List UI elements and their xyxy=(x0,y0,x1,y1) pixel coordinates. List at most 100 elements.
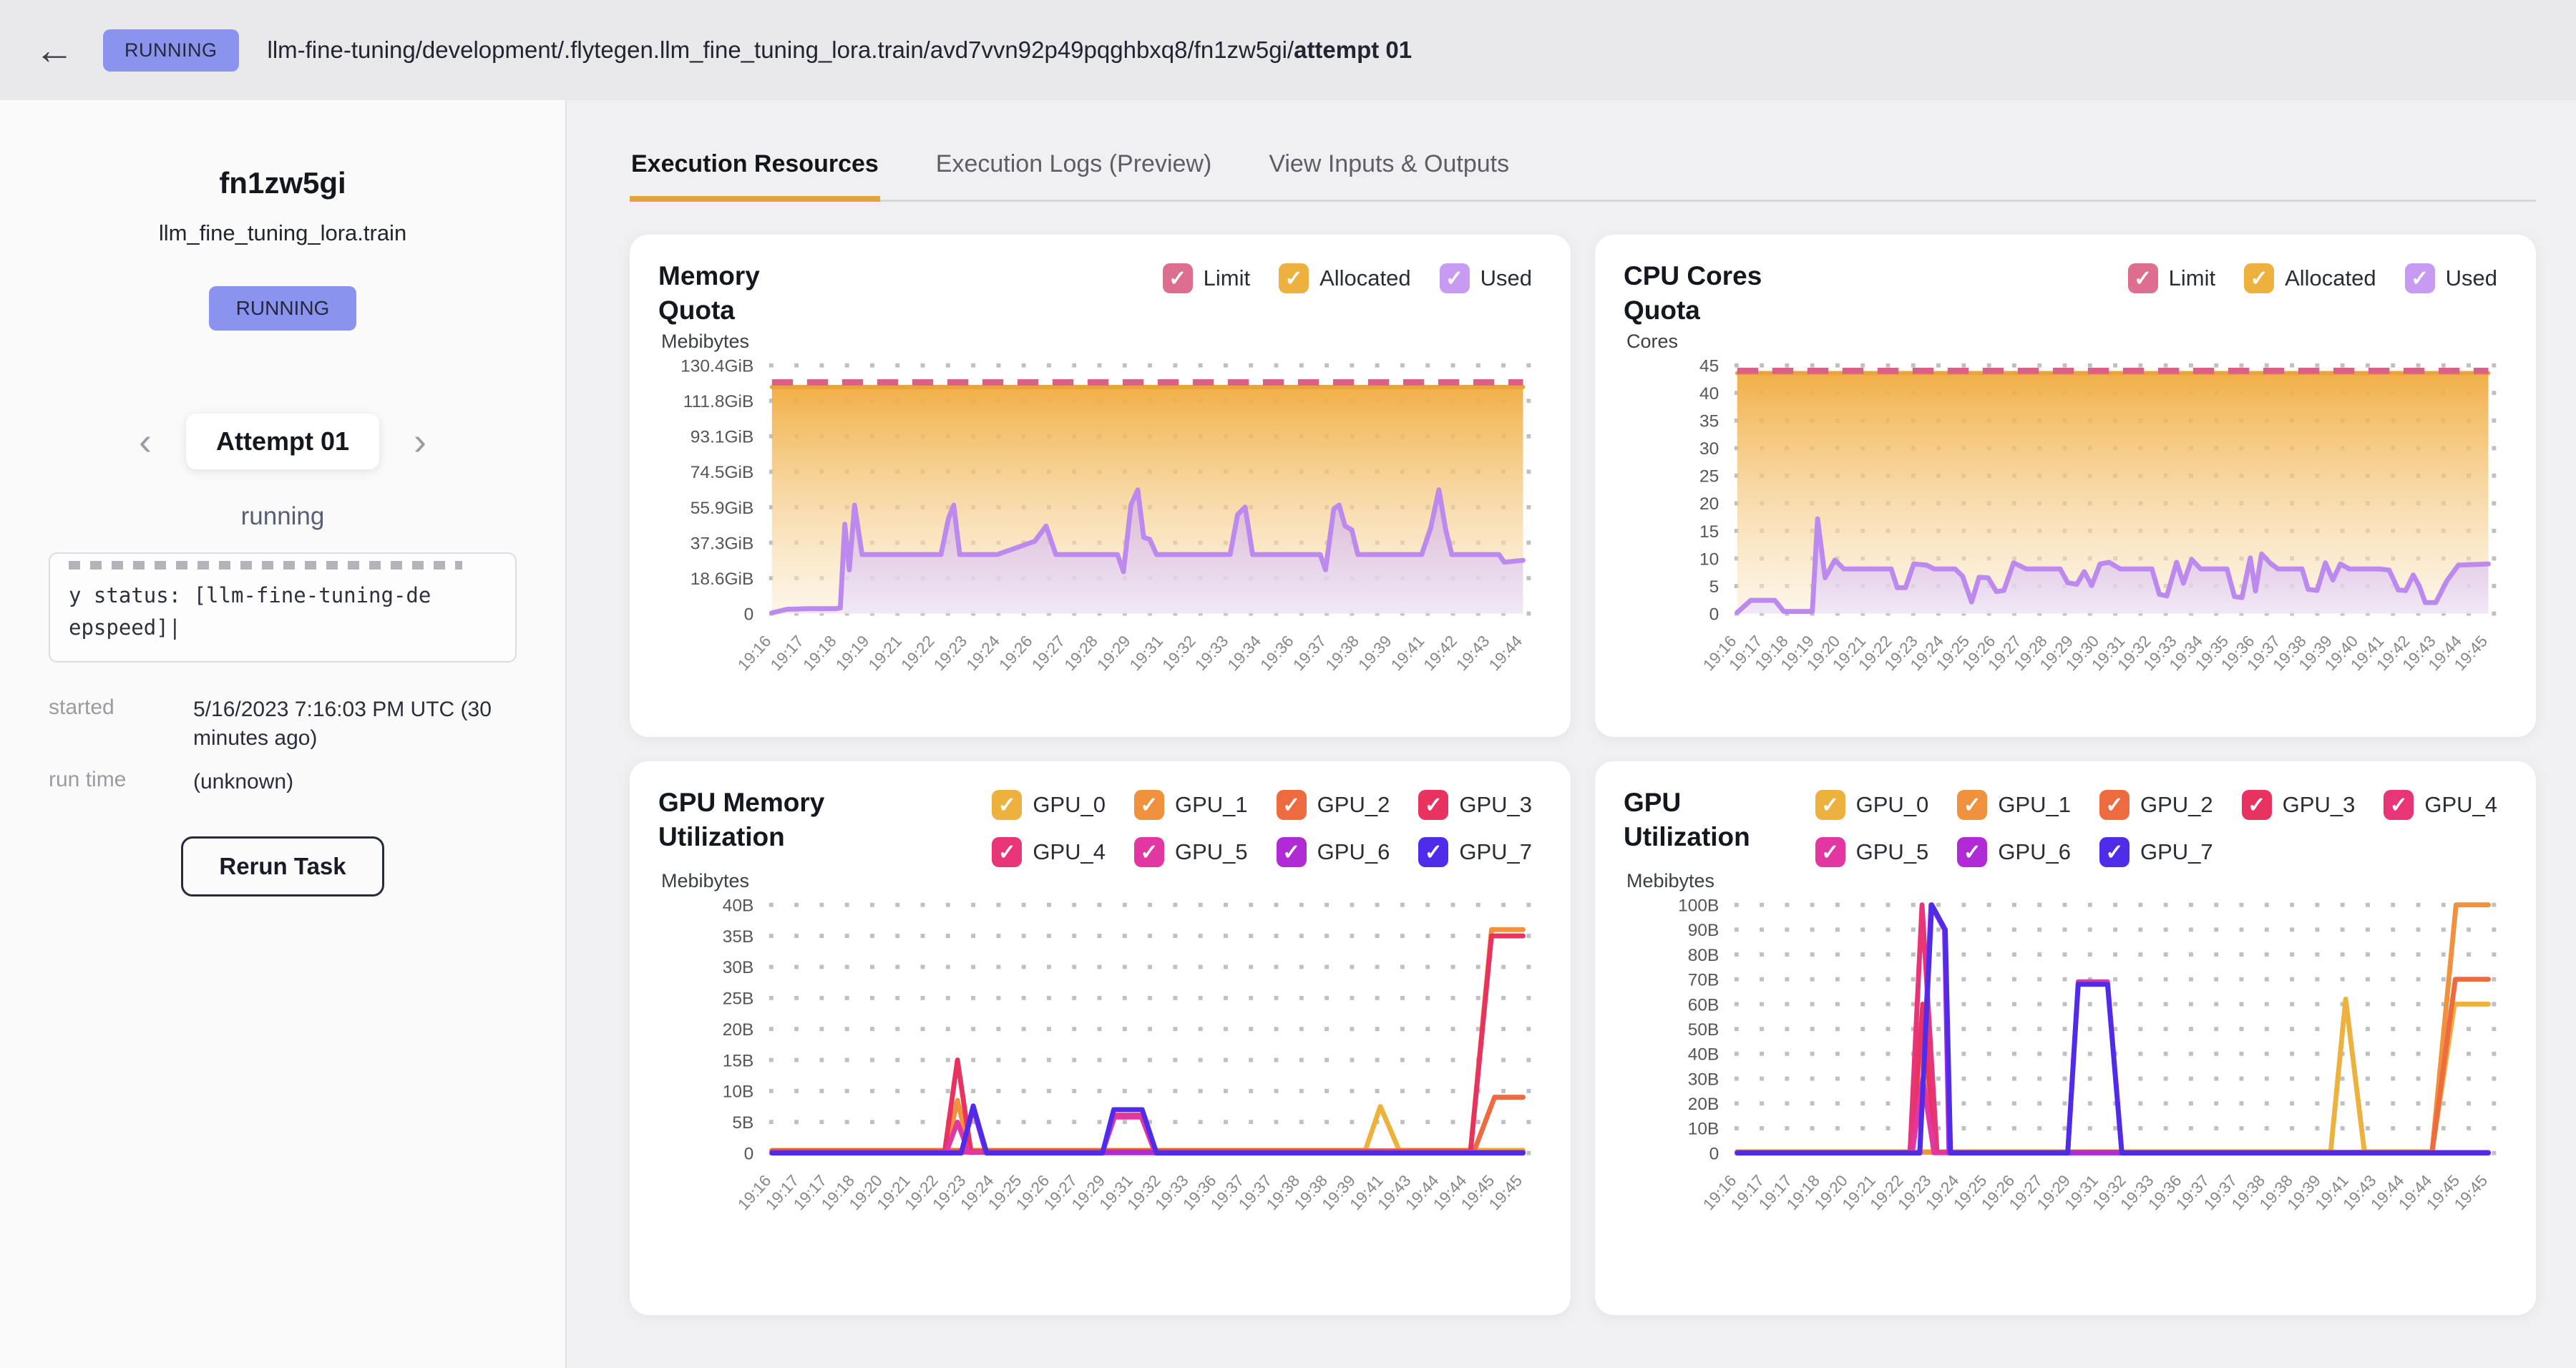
log-line: epspeed]| xyxy=(69,612,497,644)
svg-text:5B: 5B xyxy=(732,1113,753,1133)
checkbox-checked-icon[interactable]: ✓ xyxy=(1957,790,1987,820)
task-id: fn1zw5gi xyxy=(40,166,525,200)
legend-label: Used xyxy=(1480,265,1532,291)
checkbox-checked-icon[interactable]: ✓ xyxy=(1277,837,1307,867)
checkbox-checked-icon[interactable]: ✓ xyxy=(1815,790,1845,820)
legend-item-limit[interactable]: ✓Limit xyxy=(2128,263,2215,293)
svg-text:70B: 70B xyxy=(1688,971,1719,990)
log-snippet[interactable]: y status: [llm-fine-tuning-de epspeed]| xyxy=(49,552,517,663)
checkbox-checked-icon[interactable]: ✓ xyxy=(1440,263,1470,293)
checkbox-checked-icon[interactable]: ✓ xyxy=(1134,837,1164,867)
legend-item-gpu_7[interactable]: ✓GPU_7 xyxy=(2099,837,2213,867)
back-arrow-icon[interactable]: ← xyxy=(34,30,74,70)
attempt-selector[interactable]: Attempt 01 xyxy=(186,414,379,469)
checkbox-checked-icon[interactable]: ✓ xyxy=(1163,263,1193,293)
svg-text:19:21: 19:21 xyxy=(865,632,905,675)
legend-item-gpu_7[interactable]: ✓GPU_7 xyxy=(1418,837,1532,867)
legend-label: GPU_1 xyxy=(1175,792,1248,818)
legend-item-gpu_2[interactable]: ✓GPU_2 xyxy=(2099,790,2213,820)
tab-execution-logs-preview-[interactable]: Execution Logs (Preview) xyxy=(935,142,1214,200)
checkbox-checked-icon[interactable]: ✓ xyxy=(2128,263,2158,293)
svg-text:40B: 40B xyxy=(1688,1045,1719,1065)
svg-text:30: 30 xyxy=(1699,439,1719,459)
svg-text:19:24: 19:24 xyxy=(963,632,1003,675)
legend-item-gpu_5[interactable]: ✓GPU_5 xyxy=(1134,837,1248,867)
svg-text:20B: 20B xyxy=(1688,1095,1719,1114)
checkbox-checked-icon[interactable]: ✓ xyxy=(2099,790,2129,820)
svg-text:19:39: 19:39 xyxy=(1355,632,1395,675)
legend-item-gpu_6[interactable]: ✓GPU_6 xyxy=(1277,837,1390,867)
legend-item-gpu_4[interactable]: ✓GPU_4 xyxy=(2384,790,2497,820)
checkbox-checked-icon[interactable]: ✓ xyxy=(2405,263,2435,293)
svg-text:19:22: 19:22 xyxy=(897,632,937,675)
legend-item-gpu_2[interactable]: ✓GPU_2 xyxy=(1277,790,1390,820)
svg-text:50B: 50B xyxy=(1688,1020,1719,1040)
tab-view-inputs-outputs[interactable]: View Inputs & Outputs xyxy=(1267,142,1511,200)
svg-text:25: 25 xyxy=(1699,467,1719,487)
svg-text:19:34: 19:34 xyxy=(1224,632,1264,675)
legend-item-gpu_0[interactable]: ✓GPU_0 xyxy=(992,790,1106,820)
svg-text:0: 0 xyxy=(744,1144,754,1163)
legend-item-limit[interactable]: ✓Limit xyxy=(1163,263,1250,293)
legend-item-used[interactable]: ✓ Used xyxy=(1440,263,1532,293)
svg-text:19:44: 19:44 xyxy=(1485,632,1526,675)
legend-label: GPU_3 xyxy=(2283,792,2356,818)
legend-item-allocated[interactable]: ✓Allocated xyxy=(1279,263,1411,293)
checkbox-checked-icon[interactable]: ✓ xyxy=(1279,263,1309,293)
svg-text:19:33: 19:33 xyxy=(1191,632,1231,675)
legend-item-used[interactable]: ✓Used xyxy=(2405,263,2497,293)
runtime-label: run time xyxy=(49,768,163,797)
checkbox-checked-icon[interactable]: ✓ xyxy=(2242,790,2272,820)
svg-text:93.1GiB: 93.1GiB xyxy=(691,428,754,447)
chart-legend: ✓GPU_0✓GPU_1✓GPU_2✓GPU_3✓GPU_4✓GPU_5✓GPU… xyxy=(992,786,1542,867)
legend-item-gpu_4[interactable]: ✓GPU_4 xyxy=(992,837,1106,867)
legend-label: GPU_1 xyxy=(1998,792,2071,818)
svg-text:0: 0 xyxy=(1709,1144,1719,1163)
svg-text:19:29: 19:29 xyxy=(1093,632,1133,675)
svg-text:30B: 30B xyxy=(723,958,754,977)
legend-item-gpu_5[interactable]: ✓GPU_5 xyxy=(1815,837,1929,867)
svg-text:19:37: 19:37 xyxy=(1289,632,1330,675)
checkbox-checked-icon[interactable]: ✓ xyxy=(1957,837,1987,867)
svg-text:130.4GiB: 130.4GiB xyxy=(680,357,753,376)
legend-item-gpu_0[interactable]: ✓GPU_0 xyxy=(1815,790,1929,820)
checkbox-checked-icon[interactable]: ✓ xyxy=(1134,790,1164,820)
svg-text:19:43: 19:43 xyxy=(1453,632,1493,675)
prev-attempt-icon[interactable]: ‹ xyxy=(139,422,152,461)
legend-item-gpu_6[interactable]: ✓GPU_6 xyxy=(1957,837,2071,867)
checkbox-checked-icon[interactable]: ✓ xyxy=(1815,837,1845,867)
checkbox-checked-icon[interactable]: ✓ xyxy=(1418,837,1448,867)
legend-item-gpu_1[interactable]: ✓ GPU_1 xyxy=(1957,790,2071,820)
svg-text:19:36: 19:36 xyxy=(1257,632,1297,675)
clipped-log-line xyxy=(69,561,462,570)
checkbox-checked-icon[interactable]: ✓ xyxy=(992,790,1022,820)
svg-text:80B: 80B xyxy=(1688,946,1719,965)
chart-legend: ✓Limit ✓Allocated ✓Used xyxy=(2128,259,2507,293)
checkbox-checked-icon[interactable]: ✓ xyxy=(1418,790,1448,820)
svg-text:19:32: 19:32 xyxy=(1159,632,1199,675)
rerun-task-button[interactable]: Rerun Task xyxy=(181,836,384,896)
chart-unit-label: Mebibytes xyxy=(1626,870,2507,892)
svg-text:19:19: 19:19 xyxy=(832,632,872,675)
legend-item-gpu_1[interactable]: ✓ GPU_1 xyxy=(1134,790,1248,820)
checkbox-checked-icon[interactable]: ✓ xyxy=(2099,837,2129,867)
svg-text:45: 45 xyxy=(1699,357,1719,376)
svg-text:25B: 25B xyxy=(723,990,754,1009)
next-attempt-icon[interactable]: › xyxy=(414,422,426,461)
breadcrumb-path: llm-fine-tuning/development/.flytegen.ll… xyxy=(268,36,1294,63)
attempt-phase: running xyxy=(40,502,525,531)
legend-item-allocated[interactable]: ✓Allocated xyxy=(2244,263,2376,293)
checkbox-checked-icon[interactable]: ✓ xyxy=(2244,263,2274,293)
top-bar: ← RUNNING llm-fine-tuning/development/.f… xyxy=(0,0,2576,100)
checkbox-checked-icon[interactable]: ✓ xyxy=(1277,790,1307,820)
tab-execution-resources[interactable]: Execution Resources xyxy=(630,142,880,200)
svg-text:30B: 30B xyxy=(1688,1070,1719,1089)
checkbox-checked-icon[interactable]: ✓ xyxy=(2384,790,2414,820)
chart-card-cpu-cores-quota: CPU Cores Quota✓Limit✓Allocated✓UsedCore… xyxy=(1595,235,2536,737)
checkbox-checked-icon[interactable]: ✓ xyxy=(992,837,1022,867)
chart-card-gpu-memory-utilization: GPU Memory Utilization✓GPU_0✓GPU_1✓GPU_2… xyxy=(630,761,1571,1315)
legend-item-gpu_3[interactable]: ✓ GPU_3 xyxy=(2242,790,2356,820)
svg-text:55.9GiB: 55.9GiB xyxy=(691,499,754,518)
svg-text:40B: 40B xyxy=(723,896,754,915)
legend-item-gpu_3[interactable]: ✓GPU_3 xyxy=(1418,790,1532,820)
